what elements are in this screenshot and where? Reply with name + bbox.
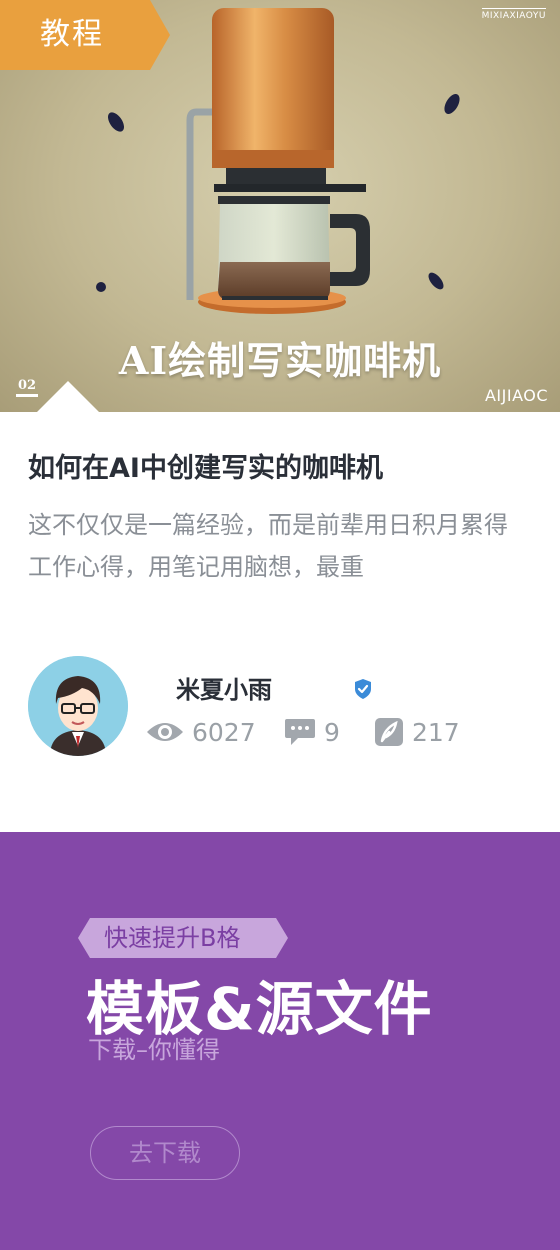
feather-icon bbox=[375, 718, 403, 746]
verified-check-icon bbox=[355, 679, 371, 699]
avatar-icon bbox=[28, 656, 128, 756]
comment-icon bbox=[285, 719, 315, 745]
article-stats: 6027 9 217 bbox=[146, 712, 460, 752]
episode-number: 02 bbox=[16, 378, 39, 397]
download-button[interactable]: 去下载 bbox=[90, 1126, 240, 1180]
hero-banner[interactable]: 教程 MIXIAXIAOYU AI绘制写实咖啡机 02 AIJIAOC bbox=[0, 0, 560, 412]
category-tag[interactable]: 教程 bbox=[0, 0, 170, 70]
views-stat: 6027 bbox=[146, 718, 284, 747]
likes-count: 217 bbox=[412, 717, 460, 747]
brand-watermark-top: MIXIAXIAOYU bbox=[481, 8, 546, 21]
author-name[interactable]: 米夏小雨 bbox=[176, 670, 272, 705]
eye-icon bbox=[147, 723, 183, 741]
article-title[interactable]: 如何在AI中创建写实的咖啡机 bbox=[28, 446, 383, 485]
hero-title: AI绘制写实咖啡机 bbox=[118, 338, 442, 383]
promo-banner[interactable]: 快速提升B格 模板&源文件 下载–你懂得 去下载 bbox=[0, 832, 560, 1250]
notch-pointer bbox=[36, 381, 100, 412]
comments-count: 9 bbox=[324, 717, 340, 747]
avatar[interactable] bbox=[28, 656, 128, 756]
comments-stat[interactable]: 9 bbox=[284, 717, 374, 747]
article-card[interactable]: 如何在AI中创建写实的咖啡机 这不仅仅是一篇经验，而是前辈用日积月累得工作心得，… bbox=[0, 412, 560, 832]
promo-subtitle: 下载–你懂得 bbox=[88, 1036, 220, 1064]
likes-stat[interactable]: 217 bbox=[374, 717, 460, 747]
brand-watermark-bottom: AIJIAOC bbox=[484, 386, 548, 405]
promo-ribbon: 快速提升B格 bbox=[78, 918, 288, 958]
article-excerpt: 这不仅仅是一篇经验，而是前辈用日积月累得工作心得，用笔记用脑想，最重 bbox=[28, 511, 508, 581]
views-count: 6027 bbox=[192, 717, 256, 747]
